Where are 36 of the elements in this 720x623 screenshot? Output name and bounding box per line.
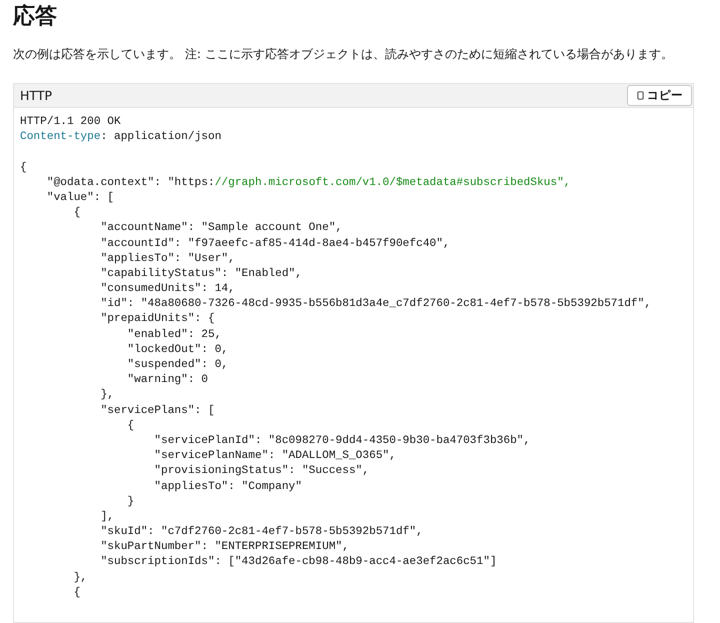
code-line: "capabilityStatus": "Enabled", bbox=[100, 266, 303, 282]
code-line: } bbox=[126, 494, 136, 510]
code-line: "suspended": 0, bbox=[126, 358, 230, 373]
code-line: { bbox=[72, 206, 82, 222]
code-line: "lockedOut": 0, bbox=[126, 342, 230, 358]
code-line: "provisioningStatus": "Success", bbox=[153, 464, 370, 480]
code-line: { bbox=[126, 418, 136, 434]
description-text: 次の例は応答を示しています。 注: ここに示す応答オブジェクトは、読みやすさのために短縮されている場合があります。 bbox=[13, 46, 674, 63]
code-line: "appliesTo": "Company" bbox=[153, 480, 303, 494]
code-line: "servicePlanName": "ADALLOM_S_O365", bbox=[153, 449, 397, 464]
code-line: "consumedUnits": 14, bbox=[100, 282, 236, 298]
section-heading: 応答 bbox=[13, 2, 58, 31]
code-line: "servicePlans": [ bbox=[100, 404, 216, 419]
code-line: "@odata.context": "https://graph.microsoft.com/v1.0/$metadata#subscribedSkus", bbox=[46, 176, 572, 191]
code-line: }, bbox=[100, 388, 115, 404]
code-line: "subscriptionIds": ["43d26afe-cb98-48b9-acc4-ae3ef2ac6c51"] bbox=[100, 555, 498, 570]
code-line: "accountId": "f97aeefc-af85-414d-8ae4-b457f90efc40", bbox=[100, 236, 451, 252]
code-line: ], bbox=[100, 510, 115, 525]
code-line: "enabled": 25, bbox=[126, 328, 222, 343]
code-line: { bbox=[72, 586, 82, 601]
code-line: "servicePlanId": "8c098270-9dd4-4350-9b30-ba4703f3b36b", bbox=[153, 434, 532, 449]
code-line: Content-type: application/json bbox=[20, 130, 222, 146]
copy-button[interactable]: コピー bbox=[627, 85, 692, 106]
code-line: "skuPartNumber": "ENTERPRISEPREMIUM", bbox=[100, 540, 350, 556]
code-line: "prepaidUnits": { bbox=[100, 312, 216, 328]
language-label: HTTP bbox=[20, 88, 52, 103]
code-line: "skuId": "c7df2760-2c81-4ef7-b578-5b5392b571df", bbox=[100, 525, 424, 540]
code-line: { bbox=[20, 160, 28, 176]
code-line: "appliesTo": "User", bbox=[100, 252, 236, 267]
code-line: "warning": 0 bbox=[126, 373, 209, 388]
code-line: }, bbox=[72, 570, 88, 586]
code-line: "accountName": "Sample account One", bbox=[100, 221, 344, 236]
code-line: HTTP/1.1 200 OK bbox=[20, 115, 122, 130]
code-line: "value": [ bbox=[46, 190, 115, 206]
code-line: "id": "48a80680-7326-48cd-9935-b556b81d3a4e_c7df2760-2c81-4ef7-b578-5b5392b571df", bbox=[100, 297, 652, 312]
clipboard-icon bbox=[637, 91, 644, 100]
